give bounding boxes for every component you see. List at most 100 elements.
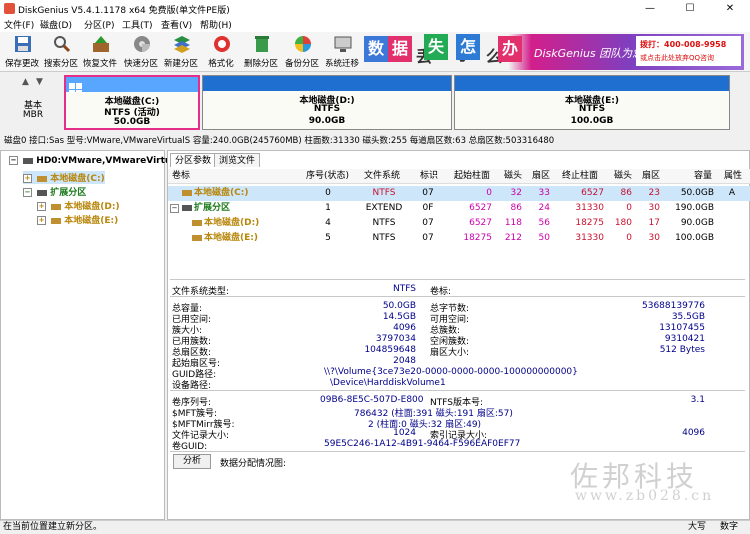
col-header[interactable]: 容量 xyxy=(694,169,712,184)
tree-node-extended[interactable]: − 扩展分区 xyxy=(23,185,86,198)
minimize-button[interactable]: — xyxy=(630,0,670,17)
analyze-button[interactable]: 分析 xyxy=(173,454,211,469)
cell-id: 07 xyxy=(422,233,434,243)
detail-value: 4096 xyxy=(393,323,416,333)
menu-file[interactable]: 文件(F) xyxy=(4,18,34,31)
expand-icon[interactable]: + xyxy=(37,216,46,225)
prev-disk-icon[interactable]: ▲ xyxy=(22,77,29,87)
cell-start-cyl: 18275 xyxy=(463,233,492,243)
col-header[interactable]: 起始柱面 xyxy=(454,169,490,184)
cell-end-sector: 30 xyxy=(648,203,660,213)
cell-attr: A xyxy=(728,188,736,198)
tree-disk-node[interactable]: − HD0:VMware,VMwareVirtual xyxy=(9,156,180,166)
tab-partition-params[interactable]: 分区参数 xyxy=(170,153,217,167)
banner-char: 据 xyxy=(388,36,412,62)
table-row[interactable]: 本地磁盘(C:) 0 NTFS 07 0 32 33 6527 86 23 50… xyxy=(168,186,750,201)
col-header[interactable]: 扇区 xyxy=(642,169,660,184)
menu-disk[interactable]: 磁盘(D) xyxy=(40,18,72,31)
expand-icon[interactable]: + xyxy=(37,202,46,211)
cell-label: 本地磁盘(C:) xyxy=(194,188,249,198)
collapse-icon[interactable]: − xyxy=(23,188,32,197)
system-migration-button[interactable]: 系统迁移 xyxy=(322,32,362,72)
cell-id: 07 xyxy=(422,218,434,228)
detail-value: 35.5GB xyxy=(671,312,705,322)
next-disk-icon[interactable]: ▼ xyxy=(36,77,43,87)
detail-value: 13107455 xyxy=(659,323,705,333)
collapse-icon[interactable]: − xyxy=(9,156,18,165)
detail-value: 2048 xyxy=(393,356,416,366)
quick-partition-icon xyxy=(134,36,150,52)
partition-strip xyxy=(455,76,729,91)
divider xyxy=(170,390,745,391)
ad-banner[interactable]: 数 据 丢 失 了 怎 么 办 DiskGenius 团队为您服务 拨打：400… xyxy=(364,34,744,70)
cell-label: 本地磁盘(E:) xyxy=(204,233,258,243)
col-header[interactable]: 终止柱面 xyxy=(562,169,598,184)
tree-node-e[interactable]: + 本地磁盘(E:) xyxy=(37,213,118,226)
save-label: 保存更改 xyxy=(4,59,39,69)
quick-partition-label: 快速分区 xyxy=(123,59,158,69)
menu-view[interactable]: 查看(V) xyxy=(161,18,192,31)
col-header[interactable]: 磁头 xyxy=(504,169,522,184)
new-partition-button[interactable]: 新建分区 xyxy=(161,32,201,72)
banner-qq-link[interactable]: 或点击此处放弃QQ咨询 xyxy=(640,53,714,63)
col-header[interactable]: 卷标 xyxy=(172,169,190,184)
menu-tools[interactable]: 工具(T) xyxy=(122,18,153,31)
col-header[interactable]: 属性 xyxy=(724,169,742,184)
backup-partition-button[interactable]: 备份分区 xyxy=(282,32,322,72)
status-num: 数字 xyxy=(720,522,739,532)
cell-end-cyl: 31330 xyxy=(575,233,604,243)
app-icon xyxy=(4,3,15,14)
partition-icon xyxy=(51,203,62,210)
menu-partition[interactable]: 分区(P) xyxy=(84,18,114,31)
table-row[interactable]: 本地磁盘(E:) 5 NTFS 07 18275 212 50 31330 0 … xyxy=(168,231,750,246)
partition-block-c[interactable]: 本地磁盘(C:) NTFS (活动) 50.0GB xyxy=(64,75,200,130)
menu-help[interactable]: 帮助(H) xyxy=(200,18,232,31)
tree-label-d: 本地磁盘(D:) xyxy=(64,202,120,212)
format-button[interactable]: 格式化 xyxy=(201,32,241,72)
col-header[interactable]: 序号(状态) xyxy=(306,169,349,184)
disk-map: ▲ ▼ 基本 MBR 本地磁盘(C:) NTFS (活动) 50.0GB 本地磁… xyxy=(0,73,750,133)
col-header[interactable]: 文件系统 xyxy=(364,169,400,184)
search-partition-button[interactable]: 搜索分区 xyxy=(41,32,81,72)
detail-value: 09B6-8E5C-507D-E800 xyxy=(320,395,424,405)
cell-end-sector: 23 xyxy=(648,188,660,198)
format-label: 格式化 xyxy=(208,59,234,69)
col-header[interactable]: 扇区 xyxy=(532,169,550,184)
tree-node-d[interactable]: + 本地磁盘(D:) xyxy=(37,199,120,212)
expand-icon[interactable]: + xyxy=(23,174,32,183)
col-header[interactable]: 磁头 xyxy=(614,169,632,184)
cell-id: 07 xyxy=(422,188,434,198)
cell-seq: 4 xyxy=(325,218,331,228)
col-header[interactable]: 标识 xyxy=(420,169,438,184)
cell-label: 扩展分区 xyxy=(194,203,231,213)
backup-partition-icon xyxy=(295,36,311,52)
cell-start-sector: 33 xyxy=(538,188,550,198)
tab-browse-files[interactable]: 浏览文件 xyxy=(214,153,261,167)
detail-value: 3.1 xyxy=(690,395,705,405)
collapse-icon[interactable]: − xyxy=(170,204,179,213)
quick-partition-button[interactable]: 快速分区 xyxy=(121,32,161,72)
partition-icon xyxy=(51,217,62,224)
backup-partition-label: 备份分区 xyxy=(284,59,319,69)
delete-partition-icon xyxy=(255,36,269,52)
close-button[interactable]: ✕ xyxy=(710,0,750,17)
table-row[interactable]: 本地磁盘(D:) 4 NTFS 07 6527 118 56 18275 180… xyxy=(168,216,750,231)
maximize-button[interactable]: ☐ xyxy=(670,0,710,17)
save-button[interactable]: 保存更改 xyxy=(2,32,42,72)
table-row[interactable]: − 扩展分区 1 EXTEND 0F 6527 86 24 31330 0 30… xyxy=(168,201,750,216)
cell-capacity: 90.0GB xyxy=(680,218,714,228)
disk-scheme: MBR xyxy=(22,110,44,120)
recover-files-button[interactable]: 恢复文件 xyxy=(80,32,120,72)
cell-start-head: 212 xyxy=(504,233,522,243)
partition-block-d[interactable]: 本地磁盘(D:) NTFS 90.0GB xyxy=(202,75,452,130)
tree-node-c[interactable]: + 本地磁盘(C:) xyxy=(23,171,105,184)
cell-fs: NTFS xyxy=(372,233,396,243)
cell-start-head: 86 xyxy=(510,203,522,213)
search-partition-icon xyxy=(54,36,71,53)
cell-start-head: 118 xyxy=(504,218,522,228)
partition-fs: NTFS xyxy=(578,104,606,114)
partition-block-e[interactable]: 本地磁盘(E:) NTFS 100.0GB xyxy=(454,75,730,130)
delete-partition-button[interactable]: 删除分区 xyxy=(241,32,281,72)
detail-value: \Device\HarddiskVolume1 xyxy=(330,378,446,388)
title-bar: DiskGenius V5.4.1.1178 x64 免费版(单文件PE版) —… xyxy=(0,0,750,17)
